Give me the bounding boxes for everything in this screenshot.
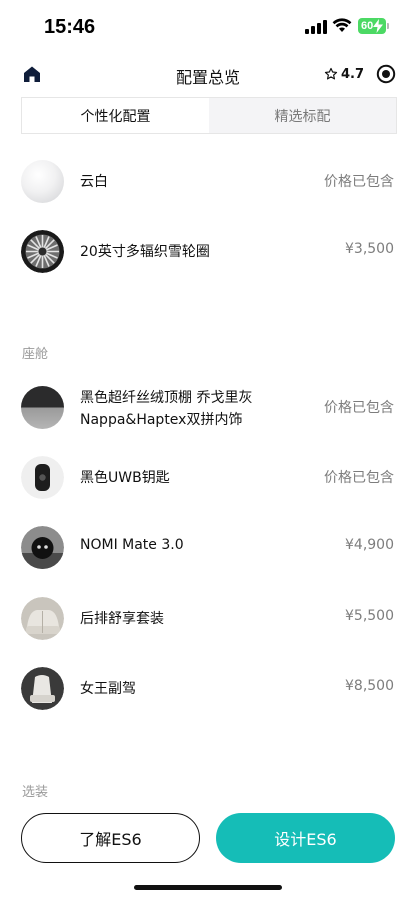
nav-bar: 配置总览 4.7	[0, 52, 416, 96]
battery-tip	[387, 23, 389, 29]
item-price: 价格已包含	[324, 400, 394, 416]
config-tabs: 个性化配置 精选标配	[21, 97, 397, 134]
item-name: 云白	[80, 174, 108, 190]
cellular-signal-icon	[305, 20, 327, 34]
target-icon[interactable]	[376, 64, 396, 84]
tab-personalized-config[interactable]: 个性化配置	[22, 98, 209, 133]
list-item[interactable]: 黑色超纤丝绒顶棚 乔戈里灰 Nappa&Haptex双拼内饰 价格已包含	[0, 377, 416, 437]
config-overview-page: 15:46 60 配置总览 4.7 个性化配置 精选标配 云白 价格已包含 20…	[0, 0, 416, 900]
nomi-robot-icon	[21, 526, 64, 569]
interior-swatch-icon	[21, 386, 64, 429]
item-price: 价格已包含	[324, 470, 394, 486]
queen-passenger-seat-icon	[21, 667, 64, 710]
item-name: 黑色超纤丝绒顶棚 乔戈里灰 Nappa&Haptex双拼内饰	[80, 387, 280, 431]
wifi-icon	[332, 18, 352, 32]
item-name-line2: Nappa&Haptex双拼内饰	[80, 412, 243, 428]
list-item[interactable]: 后排舒享套装 ¥5,500	[0, 588, 416, 648]
charging-bolt-icon	[373, 19, 383, 33]
item-name: NOMI Mate 3.0	[80, 537, 184, 553]
list-item[interactable]: 云白 价格已包含	[0, 151, 416, 211]
item-price: ¥3,500	[345, 241, 394, 257]
white-paint-swatch-icon	[21, 160, 64, 203]
wheel-rim-icon	[21, 230, 64, 273]
status-bar: 15:46 60	[0, 0, 416, 52]
item-name-line1: 黑色超纤丝绒顶棚 乔戈里灰	[80, 390, 253, 406]
rating-value: 4.7	[341, 66, 365, 82]
uwb-key-icon	[21, 456, 64, 499]
item-price: ¥4,900	[345, 537, 394, 553]
list-item[interactable]: NOMI Mate 3.0 ¥4,900	[0, 517, 416, 577]
item-name: 女王副驾	[80, 681, 136, 697]
list-item[interactable]: 女王副驾 ¥8,500	[0, 658, 416, 718]
rating-button[interactable]: 4.7	[324, 65, 364, 83]
section-label-cabin: 座舱	[22, 347, 49, 362]
item-price: ¥5,500	[345, 608, 394, 624]
rear-seat-icon	[21, 597, 64, 640]
status-time: 15:46	[44, 16, 96, 38]
list-item[interactable]: 黑色UWB钥匙 价格已包含	[0, 447, 416, 507]
star-icon	[324, 67, 338, 80]
section-label-options: 选装	[22, 785, 49, 800]
learn-es6-button[interactable]: 了解ES6	[21, 813, 200, 863]
item-name: 黑色UWB钥匙	[80, 470, 170, 486]
item-name: 20英寸多辐织雪轮圈	[80, 244, 210, 260]
item-price: 价格已包含	[324, 174, 394, 190]
tab-featured-standard[interactable]: 精选标配	[209, 98, 396, 133]
list-item[interactable]: 20英寸多辐织雪轮圈 ¥3,500	[0, 221, 416, 281]
design-es6-button[interactable]: 设计ES6	[216, 813, 395, 863]
item-price: ¥8,500	[345, 678, 394, 694]
home-indicator[interactable]	[134, 885, 282, 890]
item-name: 后排舒享套装	[80, 611, 164, 627]
